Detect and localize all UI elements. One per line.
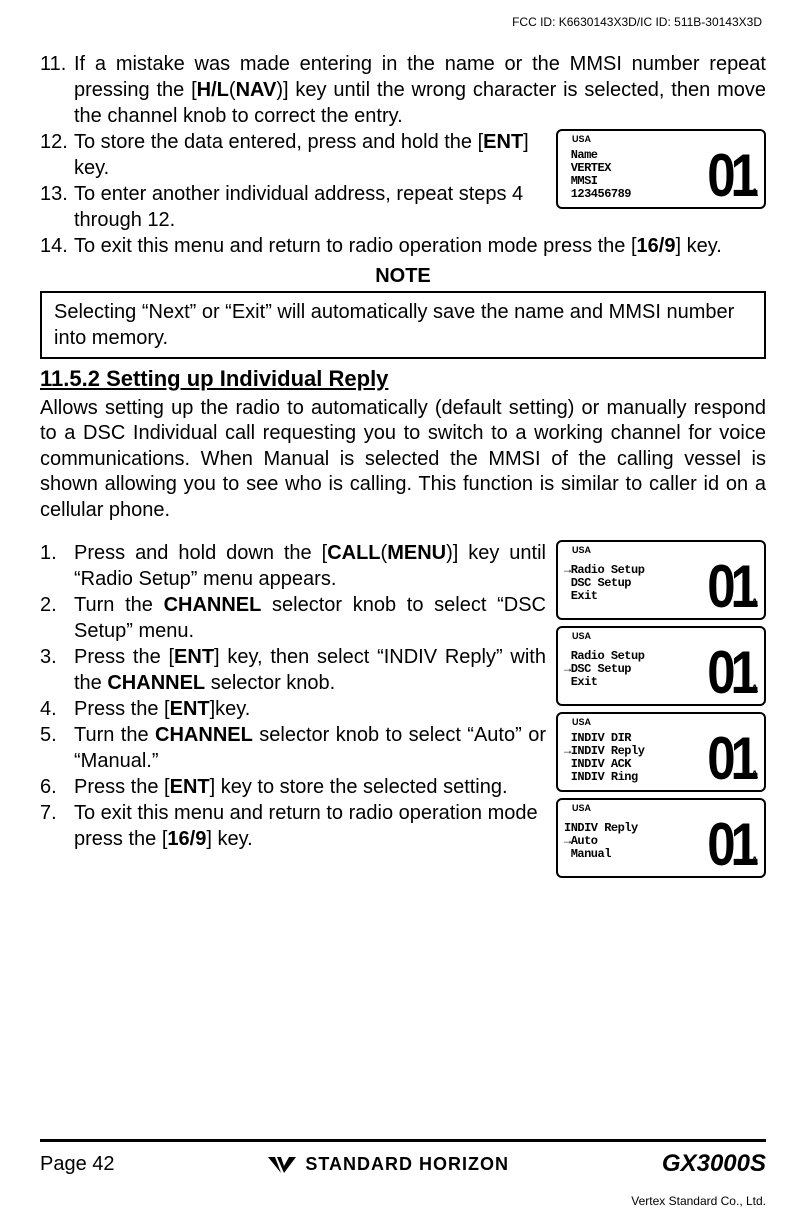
text: To exit this menu and return to radio op… <box>74 802 538 850</box>
lcd-usa-label: USA <box>572 717 591 729</box>
text: ” menu appears. <box>191 568 337 590</box>
lcd-usa-label: USA <box>572 631 591 643</box>
step-number: 4. <box>40 696 74 722</box>
key-ent: ENT <box>483 131 523 153</box>
text: ]key. <box>210 698 251 720</box>
text: To store the data entered, press and hol… <box>74 131 483 153</box>
text: selector knob to select “ <box>261 594 503 616</box>
step-11: 11. If a mistake was made entering in th… <box>40 51 766 129</box>
manufacturer-line: Vertex Standard Co., Ltd. <box>631 1194 766 1208</box>
step-number: 13. <box>40 181 74 233</box>
step-1: 1. Press and hold down the [CALL(MENU)] … <box>40 540 546 592</box>
lcd-channel: 01 <box>707 818 754 872</box>
key-channel: CHANNEL <box>164 594 262 616</box>
lcd-figure-2c: USA INDIV DIR →INDIV Reply INDIV ACK IND… <box>556 712 766 792</box>
text: ” or “ <box>190 301 232 323</box>
lcd-usa-label: USA <box>572 545 591 557</box>
text: ( <box>229 79 236 101</box>
step-number: 6. <box>40 774 74 800</box>
text: Press the [ <box>74 698 170 720</box>
key-hl: H/L <box>197 79 229 101</box>
quoted-next: Next <box>149 301 190 323</box>
lcd-channel: 01 <box>707 560 754 614</box>
text: Press and hold down the [ <box>74 542 327 564</box>
brand-logo: STANDARD HORIZON <box>267 1153 509 1175</box>
lcd-usa-label: USA <box>572 803 591 815</box>
text: ] key, then select “ <box>214 646 384 668</box>
step-number: 12. <box>40 129 74 181</box>
step-7: 7. To exit this menu and return to radio… <box>40 800 546 852</box>
section-heading: 11.5.2 Setting up Individual Reply <box>40 365 766 394</box>
step-number: 7. <box>40 800 74 852</box>
note-heading: NOTE <box>40 263 766 289</box>
text: selector knob. <box>205 672 335 694</box>
text: ” menu. <box>126 620 194 642</box>
section-paragraph: Allows setting up the radio to automatic… <box>40 396 766 524</box>
key-ent: ENT <box>170 698 210 720</box>
footer-bar: Page 42 STANDARD HORIZON GX3000S <box>40 1139 766 1178</box>
key-nav: NAV <box>236 79 277 101</box>
step-13: 13. To enter another individual address,… <box>40 181 546 233</box>
step-4: 4. Press the [ENT]key. <box>40 696 546 722</box>
step-number: 3. <box>40 644 74 696</box>
lcd-figure-2a: USA →Radio Setup DSC Setup Exit 01A <box>556 540 766 620</box>
step-number: 14. <box>40 233 74 259</box>
key-169: 16/9 <box>637 235 676 257</box>
step-number: 1. <box>40 540 74 592</box>
key-menu: MENU <box>387 542 446 564</box>
model-number: GX3000S <box>662 1150 766 1178</box>
text: Turn the <box>74 594 164 616</box>
quoted-manual: Manual <box>81 750 147 772</box>
note-box: Selecting “Next” or “Exit” will automati… <box>40 291 766 359</box>
text: To exit this menu and return to radio op… <box>74 235 637 257</box>
text: Press the [ <box>74 776 170 798</box>
text: Selecting “ <box>54 301 149 323</box>
quoted-auto: Auto <box>474 724 515 746</box>
step-2: 2. Turn the CHANNEL selector knob to sel… <box>40 592 546 644</box>
lcd-figure-2d: USA INDIV Reply →Auto Manual 01A <box>556 798 766 878</box>
step-number: 11. <box>40 51 74 129</box>
key-169: 16/9 <box>167 828 206 850</box>
text: Press the [ <box>74 646 174 668</box>
step-6: 6. Press the [ENT] key to store the sele… <box>40 774 546 800</box>
text: Turn the <box>74 724 155 746</box>
quoted-indiv-reply: INDIV Reply <box>384 646 496 668</box>
step-3: 3. Press the [ENT] key, then select “IND… <box>40 644 546 696</box>
key-channel: CHANNEL <box>107 672 205 694</box>
text: selector knob to select “ <box>253 724 474 746</box>
step-12: 12. To store the data entered, press and… <box>40 129 546 181</box>
key-call: CALL <box>327 542 380 564</box>
text: ] key to store the selected setting. <box>210 776 508 798</box>
lcd-channel: 01 <box>707 149 754 203</box>
step-14: 14. To exit this menu and return to radi… <box>40 233 766 259</box>
text: To enter another individual address, rep… <box>74 181 546 233</box>
lcd-usa-label: USA <box>572 134 591 146</box>
quoted-exit: Exit <box>232 301 265 323</box>
brand-text: STANDARD HORIZON <box>305 1154 509 1175</box>
page-number: Page 42 <box>40 1153 115 1176</box>
key-ent: ENT <box>170 776 210 798</box>
text: ] key. <box>206 828 252 850</box>
key-channel: CHANNEL <box>155 724 253 746</box>
quoted-radio-setup: Radio Setup <box>81 568 191 590</box>
lcd-channel: 01 <box>707 646 754 700</box>
text: ] key. <box>675 235 721 257</box>
fcc-id-line: FCC ID: K6630143X3D/IC ID: 511B-30143X3D <box>40 15 766 29</box>
key-ent: ENT <box>174 646 214 668</box>
lcd-figure-2b: USA Radio Setup →DSC Setup Exit 01A <box>556 626 766 706</box>
step-number: 5. <box>40 722 74 774</box>
step-5: 5. Turn the CHANNEL selector knob to sel… <box>40 722 546 774</box>
step-number: 2. <box>40 592 74 644</box>
text: .” <box>146 750 158 772</box>
lcd-figure-1: USA Name VERTEX MMSI 123456789 01 A <box>556 129 766 209</box>
brand-mark-icon <box>267 1153 297 1175</box>
lcd-channel: 01 <box>707 732 754 786</box>
